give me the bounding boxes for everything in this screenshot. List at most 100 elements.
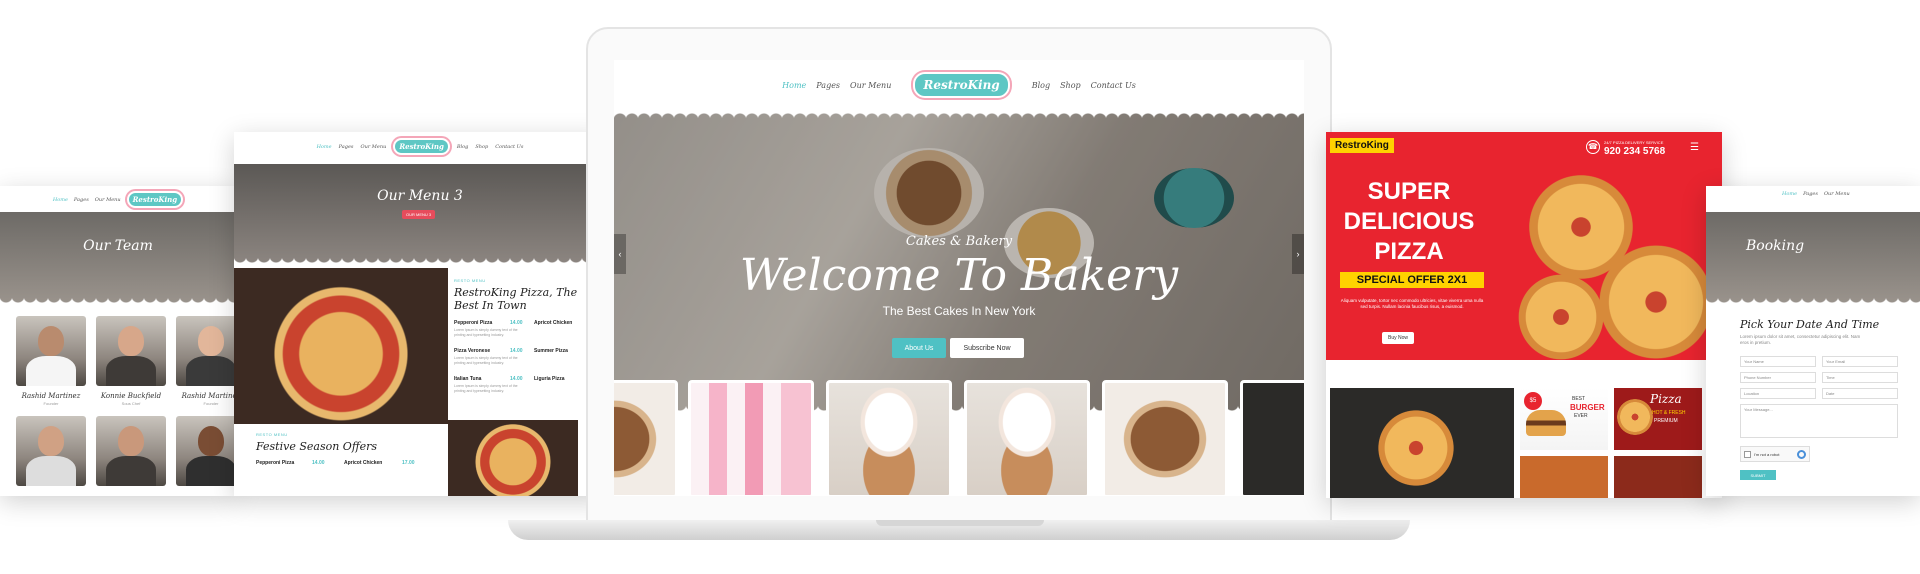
captcha-label: I'm not a robot xyxy=(1754,452,1780,457)
captcha-box[interactable]: I'm not a robot xyxy=(1740,446,1810,462)
hero-tagline: The Best Cakes In New York xyxy=(882,304,1036,318)
booking-hero-title: Booking xyxy=(1746,238,1805,254)
festive-label: RESTO MENU xyxy=(256,432,288,437)
bakery-nav: Home Pages Our Menu RestroKing Blog Shop… xyxy=(614,72,1304,98)
bakery-nav-pages[interactable]: Pages xyxy=(816,81,840,90)
menu-item-price: 14.00 xyxy=(510,376,523,382)
pizza-photo-tile[interactable] xyxy=(1614,456,1702,498)
team-nav-pages[interactable]: Pages xyxy=(74,197,89,203)
buy-now-button[interactable]: Buy Now xyxy=(1382,332,1414,344)
promo-text: Pizza xyxy=(1650,392,1682,406)
bakery-logo[interactable]: RestroKing xyxy=(913,72,1010,98)
menu-item-desc: Lorem Ipsum is simply dummy text of the … xyxy=(454,328,518,337)
pizza-headline-line: SUPER xyxy=(1367,178,1451,205)
subscribe-button[interactable]: Subscribe Now xyxy=(950,338,1024,358)
menu-breadcrumb[interactable]: OUR MENU 3 xyxy=(402,210,436,219)
phone-number[interactable]: 920 234 5768 xyxy=(1604,146,1665,157)
recaptcha-icon xyxy=(1797,450,1806,459)
team-member-name: Rashid Martinez xyxy=(181,392,236,400)
menu-nav-pages[interactable]: Pages xyxy=(339,144,354,150)
bakery-nav-contact[interactable]: Contact Us xyxy=(1091,81,1136,90)
bakery-nav-shop[interactable]: Shop xyxy=(1060,81,1081,90)
team-logo[interactable]: RestroKing xyxy=(126,191,184,208)
gallery-tile[interactable] xyxy=(614,380,678,496)
pizza-photo-tile[interactable] xyxy=(1520,456,1608,498)
captcha-checkbox[interactable] xyxy=(1744,451,1751,458)
promo-text: PREMIUM xyxy=(1654,418,1678,424)
menu-page-preview: Home Pages Our Menu RestroKing Blog Shop… xyxy=(234,132,606,496)
submit-button[interactable]: SUBMIT xyxy=(1740,470,1776,480)
menu-nav-ourmenu[interactable]: Our Menu xyxy=(361,144,387,150)
team-member-photo xyxy=(176,416,236,486)
gallery-tile[interactable] xyxy=(964,380,1090,496)
pizza-photo-small xyxy=(448,420,578,496)
gallery-tile[interactable] xyxy=(826,380,952,496)
menu-item-price: 14.00 xyxy=(510,348,523,354)
menu-item-name: Pizza Veronese xyxy=(454,348,491,354)
team-member-role: Founder xyxy=(203,401,219,406)
bakery-nav-blog[interactable]: Blog xyxy=(1032,81,1050,90)
booking-heading: Pick Your Date And Time xyxy=(1740,318,1880,331)
bakery-nav-menu[interactable]: Our Menu xyxy=(850,81,891,90)
burger-promo[interactable]: BEST BURGER EVER $5 xyxy=(1520,388,1608,450)
menu-nav-shop[interactable]: Shop xyxy=(475,144,488,150)
menu-item-desc: Lorem Ipsum is simply dummy text of the … xyxy=(454,384,518,393)
menu-nav-contact[interactable]: Contact Us xyxy=(495,144,523,150)
time-field[interactable]: Time xyxy=(1822,372,1898,383)
menu-section-label: RESTO MENU xyxy=(454,278,486,283)
team-nav-menu[interactable]: Our Menu xyxy=(95,197,121,203)
price-badge: $5 xyxy=(1524,392,1542,410)
booking-page-preview: Home Pages Our Menu Booking Pick Your Da… xyxy=(1706,186,1920,496)
team-hero-title: Our Team xyxy=(83,238,153,254)
booking-nav-pages[interactable]: Pages xyxy=(1803,191,1818,197)
menu-heading: RestroKing Pizza, The Best In Town xyxy=(454,286,578,312)
booking-nav: Home Pages Our Menu xyxy=(1706,191,1920,197)
menu-logo[interactable]: RestroKing xyxy=(393,138,450,155)
team-member-photo xyxy=(16,316,86,386)
phone-label: 24/7 PIZZA DELIVERY SERVICE xyxy=(1604,140,1664,145)
pizza-logo[interactable]: RestroKing xyxy=(1330,138,1394,153)
menu-item-name: Liguria Pizza xyxy=(534,376,565,382)
festive-item-price: 17.00 xyxy=(402,460,415,466)
team-wave xyxy=(0,298,236,308)
booking-nav-menu[interactable]: Our Menu xyxy=(1824,191,1850,197)
menu-item-name: Summer Pizza xyxy=(534,348,568,354)
menu-item-price: 14.00 xyxy=(510,320,523,326)
name-field[interactable]: Your Name xyxy=(1740,356,1816,367)
location-field[interactable]: Location xyxy=(1740,388,1816,399)
gallery-tile[interactable] xyxy=(1102,380,1228,496)
slider-next-icon[interactable]: › xyxy=(1292,234,1304,274)
booking-nav-home[interactable]: Home xyxy=(1782,191,1797,197)
showcase-stage: Home Pages Our Menu RestroKing Our Team … xyxy=(0,0,1920,574)
bakery-nav-home[interactable]: Home xyxy=(782,81,806,90)
gallery-tile[interactable] xyxy=(688,380,814,496)
menu-nav-home[interactable]: Home xyxy=(317,144,332,150)
pizza-photo xyxy=(234,268,448,424)
pizza-image xyxy=(1516,272,1606,362)
special-offer-badge: SPECIAL OFFER 2X1 xyxy=(1340,272,1484,288)
festive-heading: Festive Season Offers xyxy=(256,440,378,453)
pizza-promo[interactable]: Pizza HOT & FRESH PREMIUM xyxy=(1614,388,1702,450)
email-field[interactable]: Your Email xyxy=(1822,356,1898,367)
team-nav-home[interactable]: Home xyxy=(53,197,68,203)
about-us-button[interactable]: About Us xyxy=(892,338,946,358)
menu-hamburger-icon[interactable]: ☰ xyxy=(1690,142,1699,153)
pizza-dark-photo xyxy=(1330,388,1514,498)
team-member-role: Founder xyxy=(43,401,59,406)
slider-prev-icon[interactable]: ‹ xyxy=(614,234,626,274)
date-field[interactable]: Date xyxy=(1822,388,1898,399)
menu-nav-blog[interactable]: Blog xyxy=(457,144,468,150)
team-member-name: Konnie Buckfield xyxy=(100,392,162,400)
message-field[interactable]: Your Message... xyxy=(1740,404,1898,438)
team-nav: Home Pages Our Menu RestroKing xyxy=(0,191,236,208)
phone-field[interactable]: Phone Number xyxy=(1740,372,1816,383)
pizza-page-preview: RestroKing ☎ 24/7 PIZZA DELIVERY SERVICE… xyxy=(1326,132,1722,498)
festive-item-name: Pepperoni Pizza xyxy=(256,460,295,466)
hero-subtitle: Cakes & Bakery xyxy=(905,234,1013,249)
gallery-tile[interactable] xyxy=(1240,380,1304,496)
booking-wave xyxy=(1706,298,1920,308)
cake-shape xyxy=(874,148,984,238)
phone-icon: ☎ xyxy=(1586,140,1600,154)
promo-text: HOT & FRESH xyxy=(1652,410,1686,416)
team-member-name: Rashid Martinez xyxy=(21,392,81,400)
